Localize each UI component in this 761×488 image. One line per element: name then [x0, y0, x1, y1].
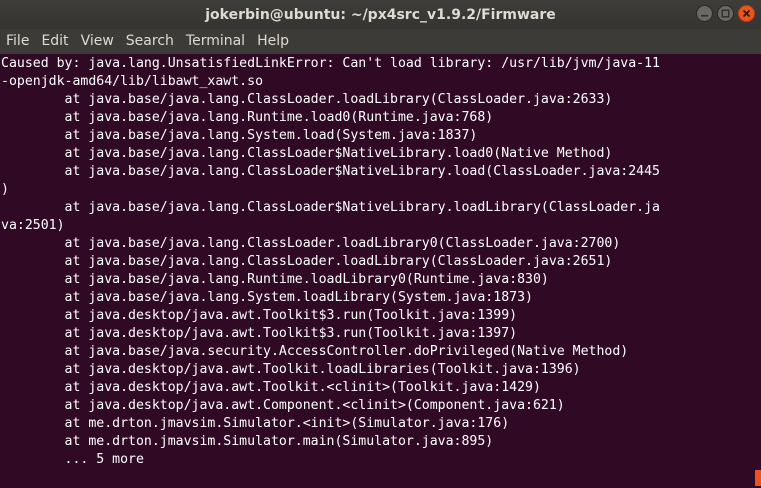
terminal-line: ): [1, 182, 9, 197]
title-bar[interactable]: jokerbin@ubuntu: ~/px4src_v1.9.2/Firmwar…: [0, 0, 761, 29]
menu-view[interactable]: View: [75, 29, 120, 54]
menu-edit[interactable]: Edit: [35, 29, 74, 54]
terminal-line: ... 5 more: [1, 452, 144, 467]
terminal-line: at java.base/java.lang.ClassLoader.loadL…: [1, 92, 613, 107]
menu-help[interactable]: Help: [251, 29, 295, 54]
terminal-line: at java.desktop/java.awt.Toolkit$3.run(T…: [1, 308, 518, 323]
close-icon: [742, 9, 751, 18]
menu-bar: File Edit View Search Terminal Help: [0, 29, 761, 54]
menu-search[interactable]: Search: [120, 29, 180, 54]
terminal-line: at me.drton.jmavsim.Simulator.<init>(Sim…: [1, 416, 510, 431]
terminal-cursor: [755, 470, 761, 486]
minimize-button[interactable]: [696, 5, 713, 22]
window-title: jokerbin@ubuntu: ~/px4src_v1.9.2/Firmwar…: [205, 6, 556, 23]
terminal-line: at java.desktop/java.awt.Toolkit.<clinit…: [1, 380, 541, 395]
menu-terminal[interactable]: Terminal: [180, 29, 251, 54]
minimize-icon: [701, 15, 708, 17]
terminal-window: jokerbin@ubuntu: ~/px4src_v1.9.2/Firmwar…: [0, 0, 761, 488]
terminal-line: at java.base/java.lang.ClassLoader$Nativ…: [1, 146, 613, 161]
terminal-text: Caused by: java.lang.UnsatisfiedLinkErro…: [0, 54, 761, 469]
close-button[interactable]: [738, 5, 755, 22]
terminal-line: at java.base/java.lang.ClassLoader.loadL…: [1, 236, 621, 251]
window-controls: [696, 5, 755, 22]
terminal-line: at java.base/java.lang.ClassLoader$Nativ…: [1, 164, 660, 179]
terminal-output[interactable]: Caused by: java.lang.UnsatisfiedLinkErro…: [0, 54, 761, 488]
terminal-line: at java.base/java.lang.ClassLoader$Nativ…: [1, 200, 660, 215]
terminal-line: va:2501): [1, 218, 65, 233]
maximize-button[interactable]: [717, 5, 734, 22]
maximize-icon: [721, 9, 730, 18]
terminal-line: at java.base/java.lang.Runtime.load0(Run…: [1, 110, 494, 125]
terminal-line: Caused by: java.lang.UnsatisfiedLinkErro…: [1, 56, 660, 71]
menu-file[interactable]: File: [0, 29, 35, 54]
terminal-line: at java.base/java.lang.Runtime.loadLibra…: [1, 272, 549, 287]
terminal-line: at java.base/java.lang.ClassLoader.loadL…: [1, 254, 613, 269]
terminal-line: at java.base/java.lang.System.load(Syste…: [1, 128, 478, 143]
terminal-line: at java.desktop/java.awt.Toolkit$3.run(T…: [1, 326, 518, 341]
terminal-line: at java.base/java.security.AccessControl…: [1, 344, 629, 359]
terminal-line: at java.base/java.lang.System.loadLibrar…: [1, 290, 533, 305]
terminal-line: -openjdk-amd64/lib/libawt_xawt.so: [1, 74, 264, 89]
terminal-line: at me.drton.jmavsim.Simulator.main(Simul…: [1, 434, 494, 449]
terminal-line: at java.desktop/java.awt.Component.<clin…: [1, 398, 565, 413]
terminal-line: at java.desktop/java.awt.Toolkit.loadLib…: [1, 362, 581, 377]
